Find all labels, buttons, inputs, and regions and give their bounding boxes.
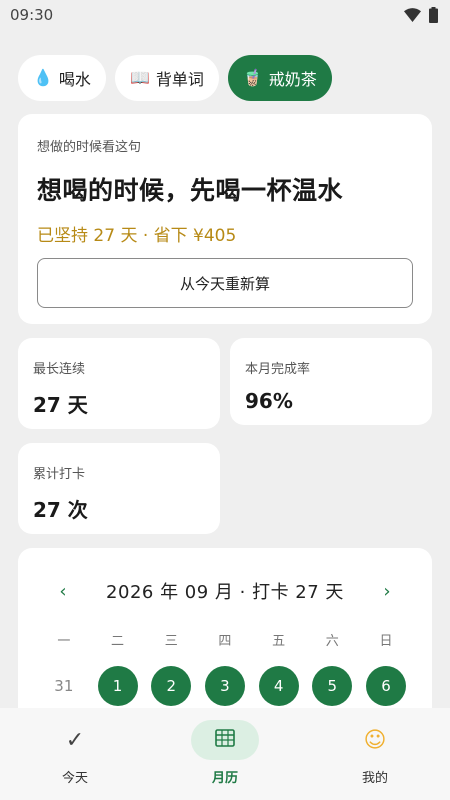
prev-month-button[interactable]: ‹ [56, 581, 70, 602]
calendar-grid-icon [215, 728, 235, 752]
stat-value: 27 天 [33, 393, 88, 417]
nav-label: 月历 [211, 771, 238, 786]
tab-quit-milk-tea[interactable]: 🧋 戒奶茶 [227, 55, 332, 101]
weekday-label: 三 [164, 634, 178, 649]
status-bar: 09:30 [0, 0, 450, 30]
reset-button[interactable]: 从今天重新算 [37, 258, 413, 308]
water-drop-icon: 💧 [33, 68, 53, 87]
open-book-icon: 📖 [129, 68, 150, 87]
stat-card-total-checkins: 累计打卡 27 次 [18, 443, 220, 534]
stat-label: 累计打卡 [33, 467, 86, 482]
bubble-tea-icon: 🧋 [242, 68, 263, 87]
stat-value: 27 次 [33, 498, 88, 522]
calendar-day-checked[interactable]: 4 [258, 666, 299, 706]
tab-label: 喝水 [58, 70, 91, 89]
wifi-icon [404, 8, 421, 22]
nav-label: 我的 [361, 771, 388, 786]
nav-icon-container: ☺ [341, 720, 409, 760]
weekday-label: 一 [57, 634, 71, 649]
calendar-day[interactable]: 31 [44, 666, 84, 706]
motivation-card: 想做的时候看这句 想喝的时候，先喝一杯温水 已坚持 27 天 · 省下 ¥405… [18, 114, 432, 324]
nav-profile[interactable]: ☺ 我的 [300, 708, 450, 800]
calendar-day-checked[interactable]: 5 [312, 666, 353, 706]
nav-calendar[interactable]: 月历 [150, 708, 300, 800]
weekday-label: 日 [379, 634, 393, 649]
weekday-label: 二 [111, 634, 125, 649]
stat-label: 本月完成率 [245, 362, 311, 377]
tab-label: 戒奶茶 [268, 70, 317, 89]
weekday-row: 一 二 三 四 五 六 日 [37, 630, 413, 649]
calendar-day-checked[interactable]: 6 [365, 666, 406, 706]
motivation-title: 想喝的时候，先喝一杯温水 [37, 176, 344, 205]
tab-vocabulary[interactable]: 📖 背单词 [114, 55, 219, 101]
calendar-title: 2026 年 09 月 · 打卡 27 天 [106, 582, 344, 603]
status-icons [404, 7, 438, 23]
calendar-day-checked[interactable]: 2 [151, 666, 192, 706]
stat-card-monthly-rate: 本月完成率 96% [230, 338, 432, 425]
check-icon: ✓ [65, 727, 85, 753]
calendar-week-row: 31 1 2 3 4 5 6 [37, 666, 413, 706]
weekday-label: 五 [272, 634, 286, 649]
battery-icon [429, 7, 438, 23]
calendar-header: ‹ 2026 年 09 月 · 打卡 27 天 › [18, 578, 432, 604]
stat-card-longest-streak: 最长连续 27 天 [18, 338, 220, 429]
nav-icon-container [191, 720, 259, 760]
streak-savings-text: 已坚持 27 天 · 省下 ¥405 [37, 226, 237, 246]
tab-label: 背单词 [155, 70, 204, 89]
nav-icon-container: ✓ [41, 720, 109, 760]
bottom-navigation: ✓ 今天 月历 ☺ 我的 [0, 708, 450, 800]
habit-tabs: 💧 喝水 📖 背单词 🧋 戒奶茶 [18, 55, 332, 101]
stat-label: 最长连续 [33, 362, 86, 377]
weekday-label: 六 [325, 634, 339, 649]
motivation-hint: 想做的时候看这句 [37, 140, 142, 155]
calendar-day-checked[interactable]: 1 [97, 666, 138, 706]
calendar-day-checked[interactable]: 3 [204, 666, 245, 706]
smiley-face-icon: ☺ [363, 727, 387, 753]
stat-value: 96% [245, 389, 293, 413]
status-time: 09:30 [10, 6, 54, 24]
next-month-button[interactable]: › [380, 581, 394, 602]
nav-label: 今天 [61, 771, 88, 786]
tab-drink-water[interactable]: 💧 喝水 [18, 55, 106, 101]
nav-today[interactable]: ✓ 今天 [0, 708, 150, 800]
weekday-label: 四 [218, 634, 232, 649]
